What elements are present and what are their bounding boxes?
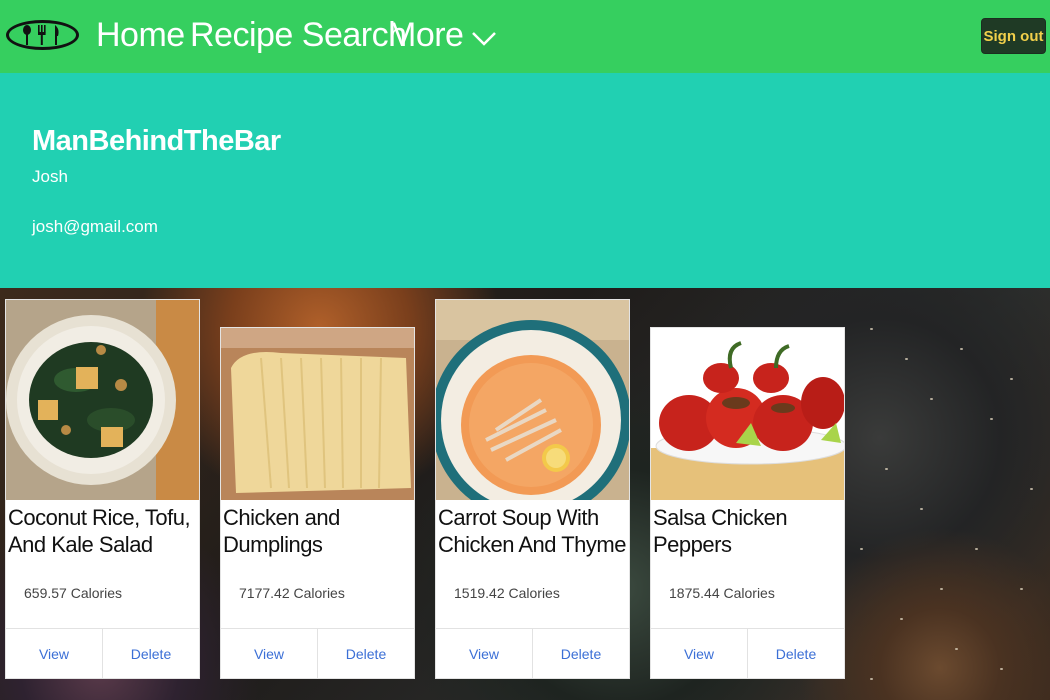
recipe-calories: 7177.42 Calories <box>239 585 345 601</box>
recipe-actions: View Delete <box>221 628 414 678</box>
nav-more-dropdown[interactable]: More <box>388 16 464 55</box>
recipe-card: Coconut Rice, Tofu, And Kale Salad 659.5… <box>5 299 200 679</box>
recipe-image-dumplings <box>221 328 414 500</box>
recipe-title: Coconut Rice, Tofu, And Kale Salad <box>8 505 191 557</box>
delete-button[interactable]: Delete <box>532 629 629 678</box>
recipe-actions: View Delete <box>651 628 844 678</box>
recipe-title: Chicken and Dumplings <box>223 505 340 557</box>
delete-button[interactable]: Delete <box>317 629 414 678</box>
recipe-card: Carrot Soup With Chicken And Thyme 1519.… <box>435 299 630 679</box>
recipe-actions: View Delete <box>436 628 629 678</box>
recipe-image-kale-salad <box>6 300 199 500</box>
view-button[interactable]: View <box>6 629 102 678</box>
recipe-image-carrot-soup <box>436 300 629 500</box>
profile-banner: ManBehindTheBar Josh josh@gmail.com <box>0 73 1050 288</box>
view-button[interactable]: View <box>651 629 747 678</box>
nav-home-link[interactable]: Home <box>96 16 185 55</box>
recipe-calories: 1875.44 Calories <box>669 585 775 601</box>
sign-out-button[interactable]: Sign out <box>981 18 1046 54</box>
profile-name: Josh <box>32 167 68 186</box>
recipe-calories: 659.57 Calories <box>24 585 123 601</box>
recipe-card: Salsa Chicken Peppers 1875.44 Calories V… <box>650 327 845 679</box>
profile-username: ManBehindTheBar <box>32 125 281 157</box>
delete-button[interactable]: Delete <box>747 629 844 678</box>
view-button[interactable]: View <box>436 629 532 678</box>
view-button[interactable]: View <box>221 629 317 678</box>
profile-email: josh@gmail.com <box>32 217 158 236</box>
utensils-logo-icon[interactable] <box>6 20 79 50</box>
chevron-down-icon[interactable] <box>470 28 498 48</box>
recipe-actions: View Delete <box>6 628 199 678</box>
recipe-image-salsa-peppers <box>651 328 844 500</box>
nav-recipe-search-link[interactable]: Recipe Search <box>190 16 407 55</box>
delete-button[interactable]: Delete <box>102 629 199 678</box>
recipe-card: Chicken and Dumplings 7177.42 Calories V… <box>220 327 415 679</box>
recipe-title: Salsa Chicken Peppers <box>653 505 788 557</box>
top-navbar: Home Recipe Search More Sign out <box>0 0 1050 73</box>
recipe-title: Carrot Soup With Chicken And Thyme <box>438 505 626 557</box>
recipe-calories: 1519.42 Calories <box>454 585 560 601</box>
